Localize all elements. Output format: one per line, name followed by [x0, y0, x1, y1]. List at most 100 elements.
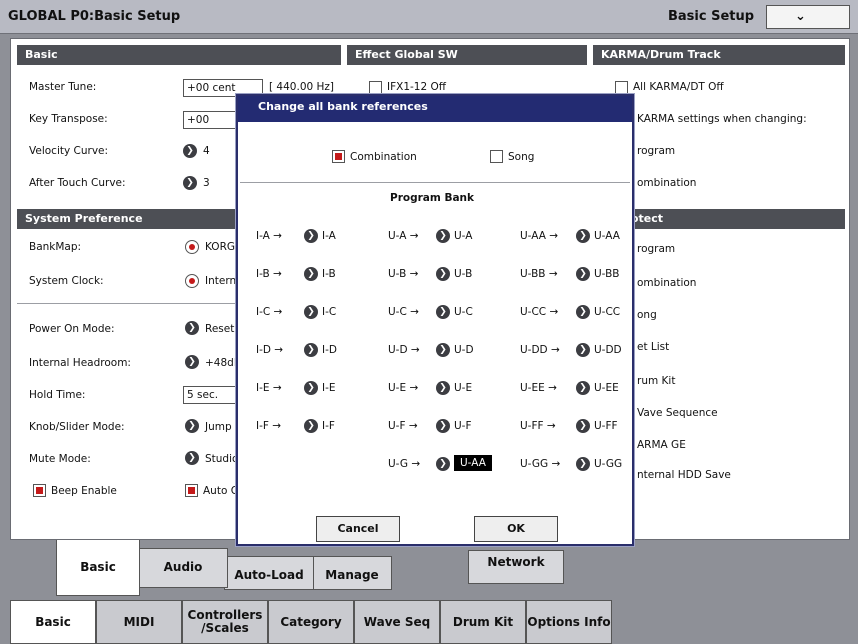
- key-transpose-field[interactable]: +00: [183, 111, 243, 129]
- protect-item[interactable]: Vave Sequence: [637, 407, 718, 419]
- bank-source-label: U-AA →: [520, 230, 559, 242]
- bankmap-radio[interactable]: [185, 240, 199, 254]
- karma-all-off-checkbox[interactable]: [615, 81, 628, 94]
- bottom-tab-category[interactable]: Category: [268, 600, 354, 644]
- tab-basic[interactable]: Basic: [56, 540, 140, 596]
- cancel-button[interactable]: Cancel: [316, 516, 400, 542]
- bank-popup-icon[interactable]: ❯: [436, 419, 450, 433]
- bottom-tab-options[interactable]: Options Info: [526, 600, 612, 644]
- bank-target-value[interactable]: U-E: [454, 382, 472, 394]
- bank-target-value[interactable]: U-B: [454, 268, 472, 280]
- power-on-popup-icon[interactable]: ❯: [185, 321, 199, 335]
- protect-item[interactable]: ARMA GE: [637, 439, 686, 451]
- tab-network[interactable]: Network: [468, 550, 564, 584]
- bank-popup-icon[interactable]: ❯: [436, 381, 450, 395]
- system-clock-radio[interactable]: [185, 274, 199, 288]
- bank-popup-icon[interactable]: ❯: [304, 381, 318, 395]
- bank-target-value[interactable]: U-EE: [594, 382, 619, 394]
- bank-popup-icon[interactable]: ❯: [576, 305, 590, 319]
- bank-target-value[interactable]: U-FF: [594, 420, 618, 432]
- bank-target-value[interactable]: I-B: [322, 268, 336, 280]
- bank-source-label: U-G →: [388, 458, 421, 470]
- bank-source-label: U-D →: [388, 344, 420, 356]
- bank-popup-icon[interactable]: ❯: [576, 457, 590, 471]
- hold-time-label: Hold Time:: [29, 389, 86, 401]
- bottom-tab-drum-kit[interactable]: Drum Kit: [440, 600, 526, 644]
- bank-popup-icon[interactable]: ❯: [436, 457, 450, 471]
- bank-target-value[interactable]: U-A: [454, 230, 472, 242]
- bank-target-value[interactable]: U-DD: [594, 344, 622, 356]
- bank-popup-icon[interactable]: ❯: [304, 343, 318, 357]
- bank-target-value[interactable]: I-C: [322, 306, 336, 318]
- bank-popup-icon[interactable]: ❯: [576, 381, 590, 395]
- bank-popup-icon[interactable]: ❯: [304, 419, 318, 433]
- bank-target-value[interactable]: U-AA: [454, 455, 492, 471]
- tab-audio[interactable]: Audio: [138, 548, 228, 588]
- program-bank-title: Program Bank: [390, 192, 475, 204]
- bank-source-label: I-A →: [256, 230, 282, 242]
- ifx-off-label: IFX1-12 Off: [387, 81, 446, 93]
- tab-manage[interactable]: Manage: [312, 556, 392, 590]
- bank-source-label: I-B →: [256, 268, 282, 280]
- ifx-off-checkbox[interactable]: [369, 81, 382, 94]
- bank-popup-icon[interactable]: ❯: [436, 229, 450, 243]
- protect-item[interactable]: ombination: [637, 277, 696, 289]
- bank-popup-icon[interactable]: ❯: [576, 267, 590, 281]
- bank-target-value[interactable]: I-D: [322, 344, 337, 356]
- bankmap-label: BankMap:: [29, 241, 82, 253]
- bank-target-value[interactable]: U-GG: [594, 458, 622, 470]
- knob-slider-popup-icon[interactable]: ❯: [185, 419, 199, 433]
- page-menu-button[interactable]: ⌄: [766, 5, 850, 29]
- bottom-tab-midi[interactable]: MIDI: [96, 600, 182, 644]
- karma-all-off-label: All KARMA/DT Off: [633, 81, 724, 93]
- bank-target-value[interactable]: U-F: [454, 420, 472, 432]
- protect-item[interactable]: et List: [637, 341, 669, 353]
- protect-item[interactable]: nternal HDD Save: [637, 469, 731, 481]
- bank-target-value[interactable]: U-CC: [594, 306, 620, 318]
- protect-item[interactable]: ong: [637, 309, 657, 321]
- headroom-popup-icon[interactable]: ❯: [185, 355, 199, 369]
- bank-target-value[interactable]: U-AA: [594, 230, 620, 242]
- after-touch-label: After Touch Curve:: [29, 177, 126, 189]
- hold-time-field[interactable]: 5 sec.: [183, 386, 241, 404]
- bottom-tab-wave-seq[interactable]: Wave Seq: [354, 600, 440, 644]
- bank-popup-icon[interactable]: ❯: [304, 229, 318, 243]
- bank-popup-icon[interactable]: ❯: [436, 267, 450, 281]
- protect-item[interactable]: rum Kit: [637, 375, 675, 387]
- ok-button[interactable]: OK: [474, 516, 558, 542]
- bank-popup-icon[interactable]: ❯: [436, 343, 450, 357]
- auto-optimize-checkbox[interactable]: [185, 484, 198, 497]
- tab-auto-load[interactable]: Auto-Load: [224, 556, 314, 590]
- velocity-curve-popup-icon[interactable]: ❯: [183, 144, 197, 158]
- mute-mode-popup-icon[interactable]: ❯: [185, 451, 199, 465]
- effect-global-header: Effect Global SW: [347, 45, 587, 65]
- bank-popup-icon[interactable]: ❯: [576, 229, 590, 243]
- song-checkbox[interactable]: [490, 150, 503, 163]
- bank-target-value[interactable]: U-BB: [594, 268, 620, 280]
- bank-target-value[interactable]: I-E: [322, 382, 336, 394]
- bank-popup-icon[interactable]: ❯: [576, 343, 590, 357]
- page-title: GLOBAL P0:Basic Setup: [8, 9, 181, 24]
- bank-popup-icon[interactable]: ❯: [304, 305, 318, 319]
- bank-source-label: U-E →: [388, 382, 419, 394]
- bank-target-value[interactable]: I-A: [322, 230, 336, 242]
- bank-target-value[interactable]: U-C: [454, 306, 473, 318]
- bank-target-value[interactable]: I-F: [322, 420, 335, 432]
- bank-source-label: U-F →: [388, 420, 418, 432]
- knob-slider-label: Knob/Slider Mode:: [29, 421, 125, 433]
- beep-enable-checkbox[interactable]: [33, 484, 46, 497]
- bank-target-value[interactable]: U-D: [454, 344, 474, 356]
- karma-settings-text: KARMA settings when changing:: [637, 113, 807, 125]
- bank-source-label: U-C →: [388, 306, 419, 318]
- bank-popup-icon[interactable]: ❯: [304, 267, 318, 281]
- dialog-title: Change all bank references: [238, 96, 632, 122]
- bank-popup-icon[interactable]: ❯: [576, 419, 590, 433]
- protect-item[interactable]: rogram: [637, 243, 675, 255]
- bottom-tab-basic[interactable]: Basic: [10, 600, 96, 644]
- bank-source-label: I-C →: [256, 306, 283, 318]
- bank-source-label: U-A →: [388, 230, 419, 242]
- bank-popup-icon[interactable]: ❯: [436, 305, 450, 319]
- bottom-tab-controllers[interactable]: Controllers /Scales: [182, 600, 268, 644]
- combination-checkbox[interactable]: [332, 150, 345, 163]
- after-touch-popup-icon[interactable]: ❯: [183, 176, 197, 190]
